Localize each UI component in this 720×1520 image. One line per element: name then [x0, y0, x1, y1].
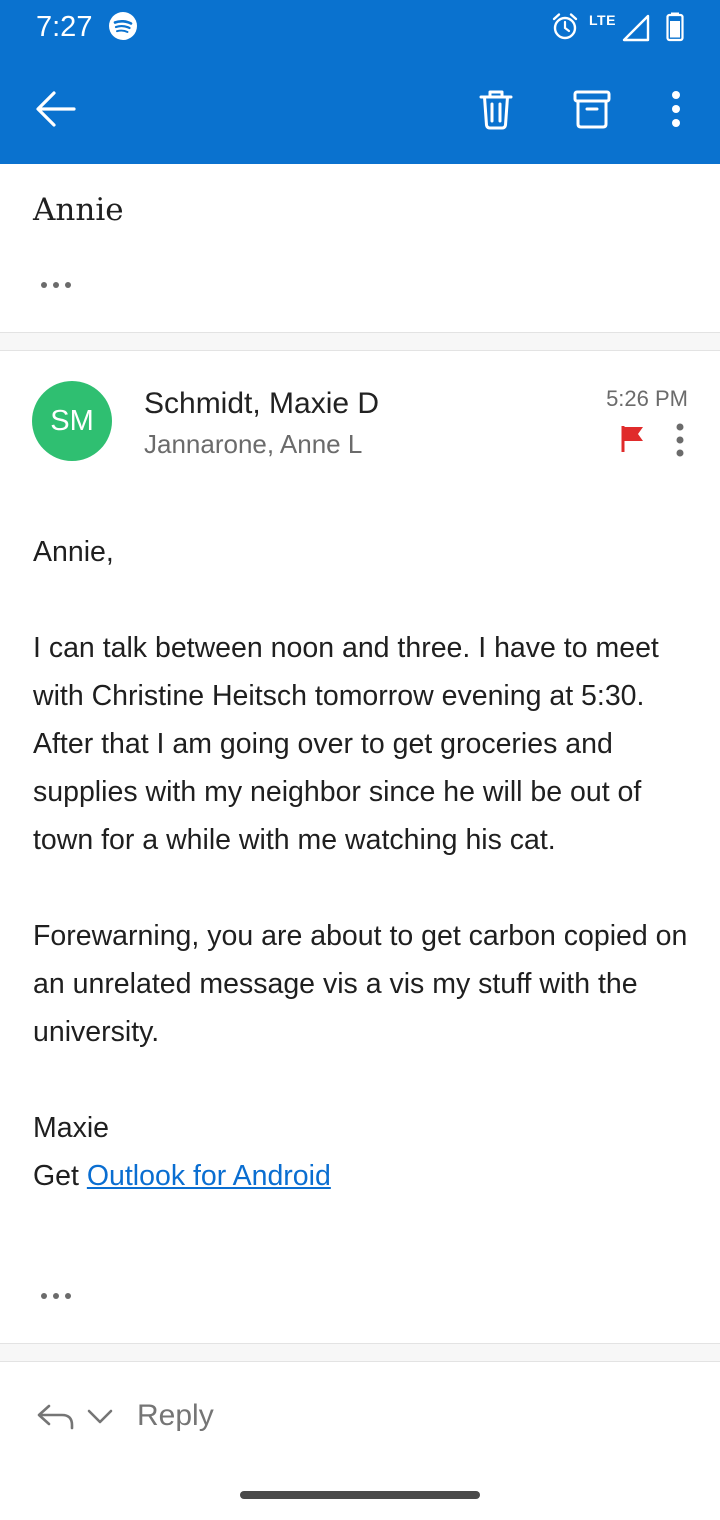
overflow-menu-icon — [672, 91, 680, 127]
archive-button[interactable] — [560, 77, 624, 141]
section-divider — [0, 332, 720, 351]
message-paragraph: Forewarning, you are about to get carbon… — [33, 920, 688, 1048]
back-button[interactable] — [24, 77, 88, 141]
message-greeting: Annie, — [33, 536, 114, 568]
flag-icon[interactable] — [620, 424, 646, 454]
show-quoted-text-icon[interactable] — [37, 1286, 77, 1306]
footer-prefix: Get — [33, 1160, 87, 1192]
lte-signal-icon — [622, 14, 650, 42]
chevron-down-icon[interactable] — [86, 1402, 114, 1432]
message-more-icon[interactable] — [664, 420, 696, 460]
outlook-android-link[interactable]: Outlook for Android — [87, 1160, 331, 1192]
network-type-label: LTE — [589, 12, 616, 28]
avatar[interactable]: SM — [32, 381, 112, 461]
message-signature: Maxie — [33, 1112, 110, 1144]
home-indicator[interactable] — [240, 1491, 480, 1499]
reply-bar[interactable]: Reply — [0, 1362, 720, 1472]
recipient-name[interactable]: Jannarone, Anne L — [144, 427, 362, 461]
reply-arrow-icon[interactable] — [36, 1402, 76, 1432]
message-paragraph: I can talk between noon and three. I hav… — [33, 632, 659, 856]
delete-icon — [479, 90, 513, 130]
back-arrow-icon — [36, 91, 76, 127]
section-divider — [0, 1343, 720, 1362]
message-time: 5:26 PM — [606, 386, 688, 411]
sender-name[interactable]: Schmidt, Maxie D — [144, 385, 379, 423]
spotify-icon — [109, 12, 137, 40]
status-time: 7:27 — [36, 11, 93, 43]
message-footer: Get Outlook for Android — [33, 1152, 693, 1200]
reply-button[interactable]: Reply — [137, 1396, 214, 1436]
archive-icon — [573, 90, 611, 129]
show-more-dots-icon[interactable] — [37, 275, 77, 295]
battery-icon — [666, 12, 684, 42]
app-toolbar — [0, 54, 720, 164]
status-bar: 7:27 LTE — [0, 0, 720, 54]
alarm-icon — [552, 13, 578, 40]
message-body: Annie, I can talk between noon and three… — [33, 528, 693, 1200]
overflow-menu-button[interactable] — [644, 77, 708, 141]
thread-subject: Annie — [33, 192, 124, 228]
delete-button[interactable] — [464, 77, 528, 141]
